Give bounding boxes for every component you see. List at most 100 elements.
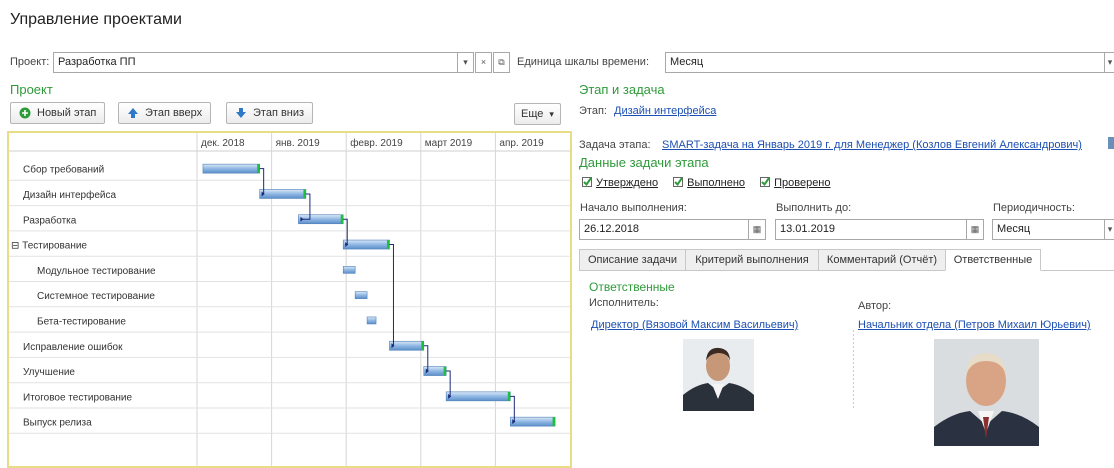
calendar-icon: ▦ — [752, 224, 762, 234]
gantt-bar-progress-end — [386, 240, 390, 250]
executor-photo — [683, 339, 754, 411]
periodicity-input[interactable]: Месяц — [992, 219, 1105, 240]
tab-responsible[interactable]: Ответственные — [945, 249, 1041, 271]
gantt-task-label: Системное тестирование — [37, 291, 155, 302]
gantt-bar — [202, 163, 260, 174]
author-label: Автор: — [858, 300, 892, 312]
checkbox-approved-label: Утверждено — [596, 177, 659, 189]
checkbox-verified[interactable]: Проверено — [760, 177, 831, 189]
stage-up-button[interactable]: Этап вверх — [118, 102, 212, 124]
gantt-bar — [342, 239, 390, 250]
gantt-task-label: Дизайн интерфейса — [23, 189, 116, 201]
checkbox-approved[interactable]: Утверждено — [582, 177, 661, 189]
time-unit-label: Единица шкалы времени: — [517, 56, 650, 68]
checkbox-checked-icon — [673, 177, 684, 187]
author-photo — [934, 339, 1039, 446]
project-clear-button[interactable]: × — [475, 52, 492, 73]
dropdown-icon: ▾ — [463, 57, 468, 67]
responsible-title: Ответственные — [589, 280, 675, 294]
gantt-bar — [354, 291, 368, 299]
gantt-chart: дек. 2018 янв. 2019 февр. 2019 март 2019 апр… — [7, 131, 572, 468]
gantt-bar-progress-end — [552, 417, 556, 427]
gantt-task-label: Разработка — [23, 214, 77, 226]
project-label: Проект: — [10, 56, 50, 68]
page-title: Управление проектами — [10, 11, 182, 28]
gantt-bar-progress-end — [421, 341, 424, 351]
gantt-task-label: Выпуск релиза — [23, 418, 92, 429]
periodicity-dropdown-button[interactable]: ▾ — [1104, 219, 1114, 240]
stage-down-button[interactable]: Этап вниз — [226, 102, 314, 124]
project-dropdown-button[interactable]: ▾ — [457, 52, 474, 73]
time-unit-input[interactable]: Месяц — [665, 52, 1105, 73]
start-date-calendar-button[interactable]: ▦ — [748, 219, 766, 240]
open-icon: ⧉ — [498, 57, 505, 67]
periodicity-label: Периодичность: — [993, 202, 1075, 214]
dropdown-icon: ▾ — [1107, 57, 1113, 67]
dropdown-icon: ▾ — [549, 108, 554, 119]
stage-section-title: Этап и задача — [579, 82, 665, 97]
checkbox-done-label: Выполнено — [687, 177, 746, 189]
gantt-month-label: март 2019 — [425, 138, 473, 149]
status-checkboxes: Утверждено Выполнено Проверено — [582, 177, 831, 189]
author-link[interactable]: Начальник отдела (Петров Михаил Юрьевич) — [858, 319, 1091, 331]
gantt-bar-progress-end — [507, 391, 511, 401]
stage-down-label: Этап вниз — [253, 107, 305, 119]
gantt-task-label: Сбор требований — [23, 164, 104, 176]
open-task-icon[interactable] — [1108, 137, 1114, 149]
gantt-month-label: апр. 2019 — [499, 138, 544, 149]
start-date-input[interactable]: 26.12.2018 — [579, 219, 766, 240]
due-date-input[interactable]: 13.01.2019 — [775, 219, 984, 240]
checkbox-verified-label: Проверено — [774, 177, 831, 189]
gantt-bar-progress-end — [340, 214, 344, 224]
stage-data-title: Данные задачи этапа — [579, 155, 709, 170]
gantt-month-label: февр. 2019 — [350, 137, 403, 149]
project-section-title: Проект — [10, 82, 53, 97]
gantt-bar — [510, 416, 556, 427]
gantt-task-label: Модульное тестирование — [37, 266, 156, 277]
gantt-task-label: Улучшение — [23, 367, 75, 378]
tab-criteria[interactable]: Критерий выполнения — [685, 249, 819, 271]
responsible-divider — [853, 330, 854, 410]
checkbox-done[interactable]: Выполнено — [673, 177, 748, 189]
tab-comment[interactable]: Комментарий (Отчёт) — [818, 249, 946, 271]
gantt-month-label: янв. 2019 — [276, 138, 320, 149]
arrow-down-icon — [236, 108, 246, 118]
time-unit-dropdown-button[interactable]: ▾ — [1104, 52, 1114, 73]
arrow-up-icon — [128, 108, 138, 118]
gantt-canvas: дек. 2018 янв. 2019 февр. 2019 март 2019 апр… — [9, 133, 570, 466]
gantt-bar — [389, 340, 425, 351]
project-input[interactable]: Разработка ПП — [53, 52, 458, 73]
tab-description[interactable]: Описание задачи — [579, 249, 686, 271]
gantt-dependency-link — [389, 244, 394, 347]
due-date-label: Выполнить до: — [776, 202, 852, 214]
task-tabs: Описание задачи Критерий выполнения Комм… — [579, 249, 1114, 271]
project-open-button[interactable]: ⧉ — [493, 52, 510, 73]
checkbox-checked-icon — [760, 177, 771, 187]
gantt-task-label: Бета-тестирование — [37, 316, 126, 327]
gantt-bar-progress-end — [257, 164, 260, 174]
due-date-calendar-button[interactable]: ▦ — [966, 219, 984, 240]
clear-icon: × — [480, 57, 487, 67]
new-stage-button[interactable]: Новый этап — [10, 102, 106, 124]
dropdown-icon: ▾ — [1107, 224, 1113, 234]
gantt-task-label: Итоговое тестирование — [23, 392, 132, 403]
stage-link[interactable]: Дизайн интерфейса — [614, 105, 716, 117]
more-button[interactable]: Еще ▾ — [514, 103, 561, 125]
stage-task-link[interactable]: SMART-задача на Январь 2019 г. для Менед… — [662, 139, 1082, 151]
more-label: Еще — [521, 108, 544, 120]
author-avatar-image — [934, 339, 1039, 446]
stage-label: Этап: — [579, 105, 607, 117]
gantt-bar-progress-end — [303, 189, 306, 199]
gantt-task-label: Исправление ошибок — [23, 341, 123, 353]
stage-task-label: Задача этапа: — [579, 139, 651, 151]
gantt-bar — [366, 316, 377, 325]
gantt-bar-progress-end — [443, 366, 447, 376]
executor-label: Исполнитель: — [589, 297, 659, 309]
checkbox-checked-icon — [582, 177, 592, 187]
executor-link[interactable]: Директор (Вязовой Максим Васильевич) — [591, 319, 798, 331]
gantt-bar — [445, 391, 511, 402]
calendar-icon: ▦ — [970, 224, 980, 234]
new-stage-label: Новый этап — [37, 107, 97, 119]
gantt-month-label: дек. 2018 — [201, 138, 245, 149]
executor-avatar-image — [683, 339, 754, 411]
